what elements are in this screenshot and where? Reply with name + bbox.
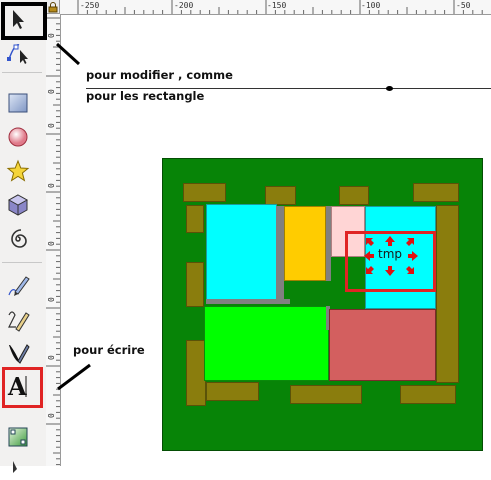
olive-block[interactable] xyxy=(400,385,456,404)
resize-handle-icon xyxy=(385,236,395,246)
olive-block[interactable] xyxy=(290,385,362,404)
olive-block[interactable] xyxy=(206,382,259,401)
gray-wall[interactable] xyxy=(276,206,284,301)
canvas-text-object[interactable]: tmp xyxy=(378,247,402,261)
yellow-rectangle[interactable] xyxy=(284,206,326,281)
olive-block[interactable] xyxy=(186,340,206,406)
olive-block[interactable] xyxy=(186,205,204,233)
olive-block[interactable] xyxy=(265,186,296,205)
text-tool-highlight-box xyxy=(2,367,43,408)
gray-wall[interactable] xyxy=(206,299,290,304)
resize-handle-icon xyxy=(366,238,374,246)
olive-block[interactable] xyxy=(183,183,226,202)
olive-block[interactable] xyxy=(339,186,369,205)
resize-handle-icon xyxy=(364,251,374,261)
selector-highlight-box xyxy=(1,2,47,40)
resize-handle-icon xyxy=(408,251,418,261)
olive-block[interactable] xyxy=(413,183,459,202)
olive-block[interactable] xyxy=(186,262,204,307)
olive-block[interactable] xyxy=(436,205,459,383)
resize-handle-icon xyxy=(366,266,374,274)
bright-green-rectangle[interactable] xyxy=(204,306,329,381)
resize-handle-icon xyxy=(406,238,414,246)
resize-handle-icon xyxy=(406,266,414,274)
resize-handle-icon xyxy=(385,266,395,276)
salmon-rectangle[interactable] xyxy=(329,309,436,381)
cyan-rectangle[interactable] xyxy=(206,204,277,301)
